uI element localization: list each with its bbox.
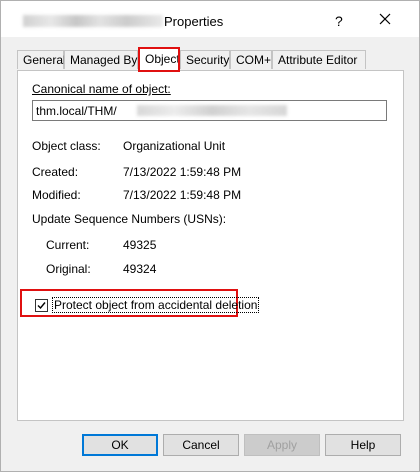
canonical-name-value: thm.local/THM/: [36, 104, 117, 118]
redacted-object-name: [23, 15, 163, 27]
canonical-name-label-text: Canonical name of object:: [32, 82, 171, 96]
redacted-ou-name: [137, 105, 287, 116]
usn-label: Update Sequence Numbers (USNs):: [32, 212, 227, 226]
tab-object[interactable]: Object: [138, 47, 180, 72]
usn-original-label: Original:: [46, 262, 91, 276]
ok-button[interactable]: OK: [82, 434, 158, 456]
cancel-button[interactable]: Cancel: [163, 434, 239, 456]
title-bar: Properties ?: [1, 1, 419, 37]
canonical-name-field[interactable]: thm.local/THM/: [32, 100, 387, 121]
created-value: 7/13/2022 1:59:48 PM: [123, 165, 242, 179]
tab-managed-by[interactable]: Managed By: [64, 50, 138, 69]
usn-current-value: 49325: [123, 238, 157, 252]
protect-checkbox-label[interactable]: Protect object from accidental deletion: [51, 297, 260, 313]
tab-security[interactable]: Security: [180, 50, 230, 69]
checkmark-icon: [37, 302, 46, 310]
created-label: Created:: [32, 165, 79, 179]
tab-attribute-editor[interactable]: Attribute Editor: [272, 50, 366, 69]
object-tab-panel: Canonical name of object: thm.local/THM/…: [17, 70, 404, 421]
protect-highlight: Protect object from accidental deletion: [20, 289, 260, 317]
object-class-value: Organizational Unit: [123, 139, 226, 153]
window-title: Properties: [164, 14, 224, 29]
tab-com-plus[interactable]: COM+: [230, 50, 272, 69]
modified-label: Modified:: [32, 188, 81, 202]
help-button[interactable]: Help: [325, 434, 401, 456]
help-title-button[interactable]: ?: [335, 13, 343, 29]
apply-button[interactable]: Apply: [244, 434, 320, 456]
usn-original-value: 49324: [123, 262, 157, 276]
tab-general[interactable]: General: [17, 50, 66, 69]
canonical-name-label: Canonical name of object:: [32, 82, 171, 96]
close-icon: [379, 13, 391, 25]
modified-value: 7/13/2022 1:59:48 PM: [123, 188, 242, 202]
usn-current-label: Current:: [46, 238, 90, 252]
protect-checkbox[interactable]: [35, 299, 48, 312]
object-class-label: Object class:: [32, 139, 101, 153]
properties-dialog: Properties ? General Managed By Object S…: [0, 0, 420, 472]
close-button[interactable]: [371, 7, 399, 31]
